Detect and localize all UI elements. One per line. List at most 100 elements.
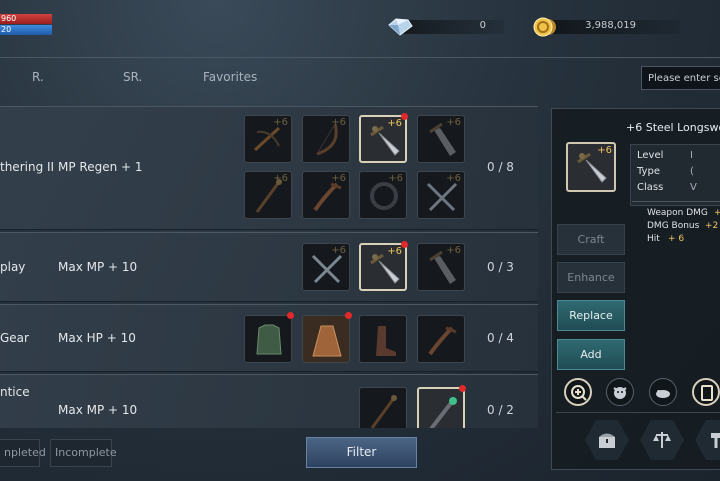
- collection-name: play: [0, 260, 26, 274]
- collection-stat: MP Regen + 1: [58, 160, 143, 174]
- boots-icon: [376, 326, 396, 356]
- new-badge: [459, 385, 466, 392]
- gold-coin-icon: [533, 17, 556, 37]
- item-level: +6: [273, 117, 288, 128]
- incomplete-filter-button[interactable]: Incomplete: [50, 439, 117, 467]
- item-level: +6: [446, 173, 461, 184]
- tab-bar: R. SR. Favorites: [0, 64, 600, 94]
- diamond-icon: [388, 18, 413, 36]
- item-slot[interactable]: [359, 315, 407, 363]
- level-value: I: [690, 150, 693, 161]
- balance-scale-icon: [653, 432, 671, 448]
- item-level: +6: [331, 117, 346, 128]
- cloak-icon: [312, 325, 342, 357]
- collection-stat: Max MP + 10: [58, 403, 138, 417]
- collection-row[interactable]: thering II MP Regen + 1 0 / 8 +6 +6 +6 +…: [0, 106, 538, 230]
- hit-label: Hit: [647, 234, 660, 244]
- collection-row[interactable]: play Max MP + 10 0 / 3 +6 +6 +6: [0, 232, 538, 302]
- tab-super-rare[interactable]: SR.: [123, 70, 142, 84]
- filter-button[interactable]: Filter: [306, 437, 417, 468]
- collection-progress: 0 / 3: [487, 260, 514, 274]
- item-slot[interactable]: [302, 312, 352, 363]
- item-level: +6: [331, 173, 346, 184]
- weapon-dmg-value: +: [714, 208, 720, 218]
- top-divider: [0, 57, 720, 58]
- card-button[interactable]: [692, 378, 720, 406]
- level-label: Level: [637, 150, 664, 161]
- diamond-currency: 0: [386, 16, 506, 38]
- tab-rare[interactable]: R.: [32, 70, 44, 84]
- dmg-bonus-value: +2: [705, 221, 719, 231]
- item-slot[interactable]: [417, 315, 465, 363]
- craft-button[interactable]: Craft: [557, 224, 625, 255]
- new-badge: [345, 312, 352, 319]
- hammer-icon: [711, 433, 720, 448]
- collection-name: thering II: [0, 160, 55, 174]
- monster-button[interactable]: [606, 378, 634, 406]
- item-level: +6: [446, 117, 461, 128]
- mp-value: 20: [1, 25, 12, 34]
- item-slot[interactable]: +6: [244, 171, 292, 219]
- item-slot[interactable]: +6: [359, 171, 407, 219]
- collection-row[interactable]: Gear Max HP + 10 0 / 4: [0, 304, 538, 372]
- class-value: V: [690, 182, 697, 193]
- gem-wand-icon: [429, 397, 457, 428]
- item-level: +6: [446, 245, 461, 256]
- type-label: Type: [637, 166, 660, 177]
- class-label: Class: [637, 182, 664, 193]
- collection-stat: Max MP + 10: [58, 260, 138, 274]
- armor-icon: [256, 324, 282, 355]
- item-title: +6 Steel Longswor: [626, 121, 720, 134]
- mp-bar: 20: [0, 25, 52, 35]
- collection-name: Gear: [0, 331, 29, 345]
- item-slot[interactable]: +6: [302, 171, 350, 219]
- staff-icon: [370, 395, 397, 428]
- item-level: +6: [387, 246, 402, 257]
- new-badge: [401, 241, 408, 248]
- item-slot[interactable]: +6: [359, 241, 408, 291]
- item-slot[interactable]: +6: [244, 115, 292, 163]
- enhance-button[interactable]: Enhance: [557, 262, 625, 293]
- card-icon: [701, 385, 713, 401]
- item-slot[interactable]: +6: [359, 113, 408, 163]
- collection-stat: Max HP + 10: [58, 331, 136, 345]
- replace-button[interactable]: Replace: [557, 300, 625, 331]
- weapon-dmg-label: Weapon DMG: [647, 208, 708, 218]
- tab-favorites[interactable]: Favorites: [203, 70, 257, 84]
- top-bar: 960 20 0 3,988,019: [0, 0, 720, 56]
- hit-value: + 6: [668, 234, 685, 244]
- item-slot[interactable]: +6: [417, 115, 465, 163]
- item-slot[interactable]: [417, 385, 466, 428]
- completed-filter-button[interactable]: npleted: [0, 439, 46, 467]
- item-slot[interactable]: +6: [417, 171, 465, 219]
- item-slot[interactable]: [359, 387, 407, 428]
- item-slot[interactable]: +6: [302, 243, 350, 291]
- collection-list: thering II MP Regen + 1 0 / 8 +6 +6 +6 +…: [0, 106, 538, 428]
- gold-value: 3,988,019: [585, 20, 636, 31]
- add-button[interactable]: Add: [557, 339, 625, 370]
- item-slot[interactable]: +6: [417, 243, 465, 291]
- collection-row[interactable]: ntice Max MP + 10 0 / 2: [0, 374, 538, 428]
- item-slot[interactable]: +6: [302, 115, 350, 163]
- item-level: +6: [273, 173, 288, 184]
- new-badge: [287, 312, 294, 319]
- magnify-plus-button[interactable]: [564, 378, 592, 406]
- dmg-bonus-label: DMG Bonus: [647, 221, 700, 231]
- item-level: +6: [387, 118, 402, 129]
- magnify-plus-icon: [571, 385, 587, 401]
- collection-progress: 0 / 8: [487, 160, 514, 174]
- item-detail-slot: +6: [566, 142, 616, 192]
- new-badge: [401, 113, 408, 120]
- item-level: +6: [597, 145, 612, 156]
- collection-name: ntice: [0, 385, 30, 399]
- pet-button[interactable]: [649, 378, 677, 406]
- search-input[interactable]: [641, 66, 720, 90]
- collection-screen: 960 20 0 3,988,019 R. SR. Favorites Plea…: [0, 0, 720, 481]
- monster-icon: [613, 387, 627, 399]
- stat-divider: [632, 201, 720, 202]
- item-slot[interactable]: [244, 312, 294, 363]
- item-level: +6: [331, 245, 346, 256]
- item-level: +6: [388, 173, 403, 184]
- diamond-value: 0: [479, 20, 486, 31]
- panel-divider: [556, 412, 720, 413]
